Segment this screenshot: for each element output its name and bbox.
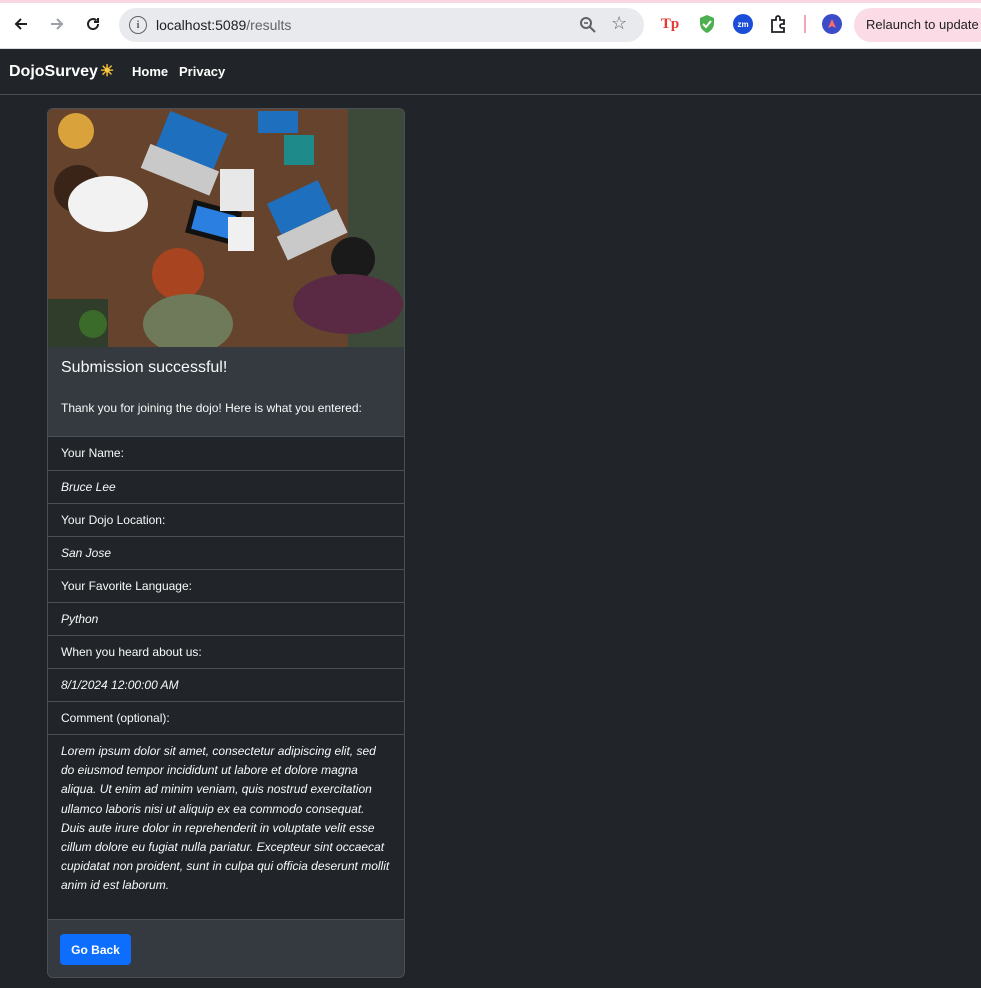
results-card: Submission successful! Thank you for joi…: [47, 108, 405, 978]
profile-avatar-icon[interactable]: [822, 14, 842, 34]
field-value-comment: Lorem ipsum dolor sit amet, consectetur …: [48, 734, 404, 919]
field-value-language: Python: [48, 602, 404, 635]
address-bar[interactable]: i localhost:5089/results ☆: [119, 8, 644, 42]
app-navbar: DojoSurvey ☀ Home Privacy: [0, 49, 981, 95]
field-label-text: Your Name:: [61, 446, 124, 460]
relaunch-to-update-button[interactable]: Relaunch to update: [854, 8, 981, 42]
sun-icon: ☀: [99, 63, 115, 80]
url-path: /results: [246, 17, 292, 33]
browser-toolbar: i localhost:5089/results ☆ Tp zm Relaunc…: [0, 0, 981, 49]
extensions-puzzle-icon[interactable]: [768, 14, 788, 34]
card-footer: Go Back: [48, 919, 404, 977]
zoom-icon[interactable]: [578, 15, 598, 35]
nav-link-home[interactable]: Home: [132, 64, 168, 79]
field-label-location: Your Dojo Location:: [48, 503, 404, 536]
nav-link-privacy[interactable]: Privacy: [179, 64, 225, 79]
field-value-name: Bruce Lee: [48, 470, 404, 503]
tab-strip-edge: [0, 0, 981, 3]
field-label-text: Comment (optional):: [61, 711, 170, 725]
card-body: Submission successful! Thank you for joi…: [48, 347, 404, 437]
field-label-name: Your Name:: [48, 436, 404, 470]
field-value-text: 8/1/2024 12:00:00 AM: [61, 678, 179, 692]
zoom-extension-icon[interactable]: zm: [733, 14, 753, 34]
field-label-comment: Comment (optional):: [48, 701, 404, 734]
field-label-text: Your Favorite Language:: [61, 579, 192, 593]
field-label-language: Your Favorite Language:: [48, 569, 404, 602]
brand-name: DojoSurvey: [9, 63, 98, 80]
field-label-date: When you heard about us:: [48, 635, 404, 668]
site-info-icon[interactable]: i: [129, 16, 147, 34]
brand[interactable]: DojoSurvey ☀: [9, 61, 114, 81]
tp-extension-icon[interactable]: Tp: [660, 14, 680, 34]
field-value-text: San Jose: [61, 546, 112, 560]
back-arrow-icon[interactable]: [8, 11, 34, 37]
field-value-text: Lorem ipsum dolor sit amet, consectetur …: [61, 744, 390, 893]
field-value-location: San Jose: [48, 536, 404, 569]
go-back-button[interactable]: Go Back: [60, 934, 131, 965]
reload-icon[interactable]: [80, 11, 106, 37]
field-label-text: When you heard about us:: [61, 645, 202, 659]
url-text[interactable]: localhost:5089/results: [156, 17, 291, 33]
field-label-text: Your Dojo Location:: [61, 513, 166, 527]
forward-arrow-icon[interactable]: [44, 11, 70, 37]
card-text: Thank you for joining the dojo! Here is …: [61, 401, 362, 415]
card-title: Submission successful!: [61, 359, 228, 376]
card-image: [48, 109, 404, 354]
field-value-text: Bruce Lee: [61, 480, 116, 494]
bookmark-star-icon[interactable]: ☆: [611, 13, 627, 34]
field-value-text: Python: [61, 612, 99, 626]
field-value-date: 8/1/2024 12:00:00 AM: [48, 668, 404, 701]
url-host: localhost:5089: [156, 17, 247, 33]
toolbar-separator: [804, 15, 806, 33]
shield-extension-icon[interactable]: [697, 14, 717, 34]
